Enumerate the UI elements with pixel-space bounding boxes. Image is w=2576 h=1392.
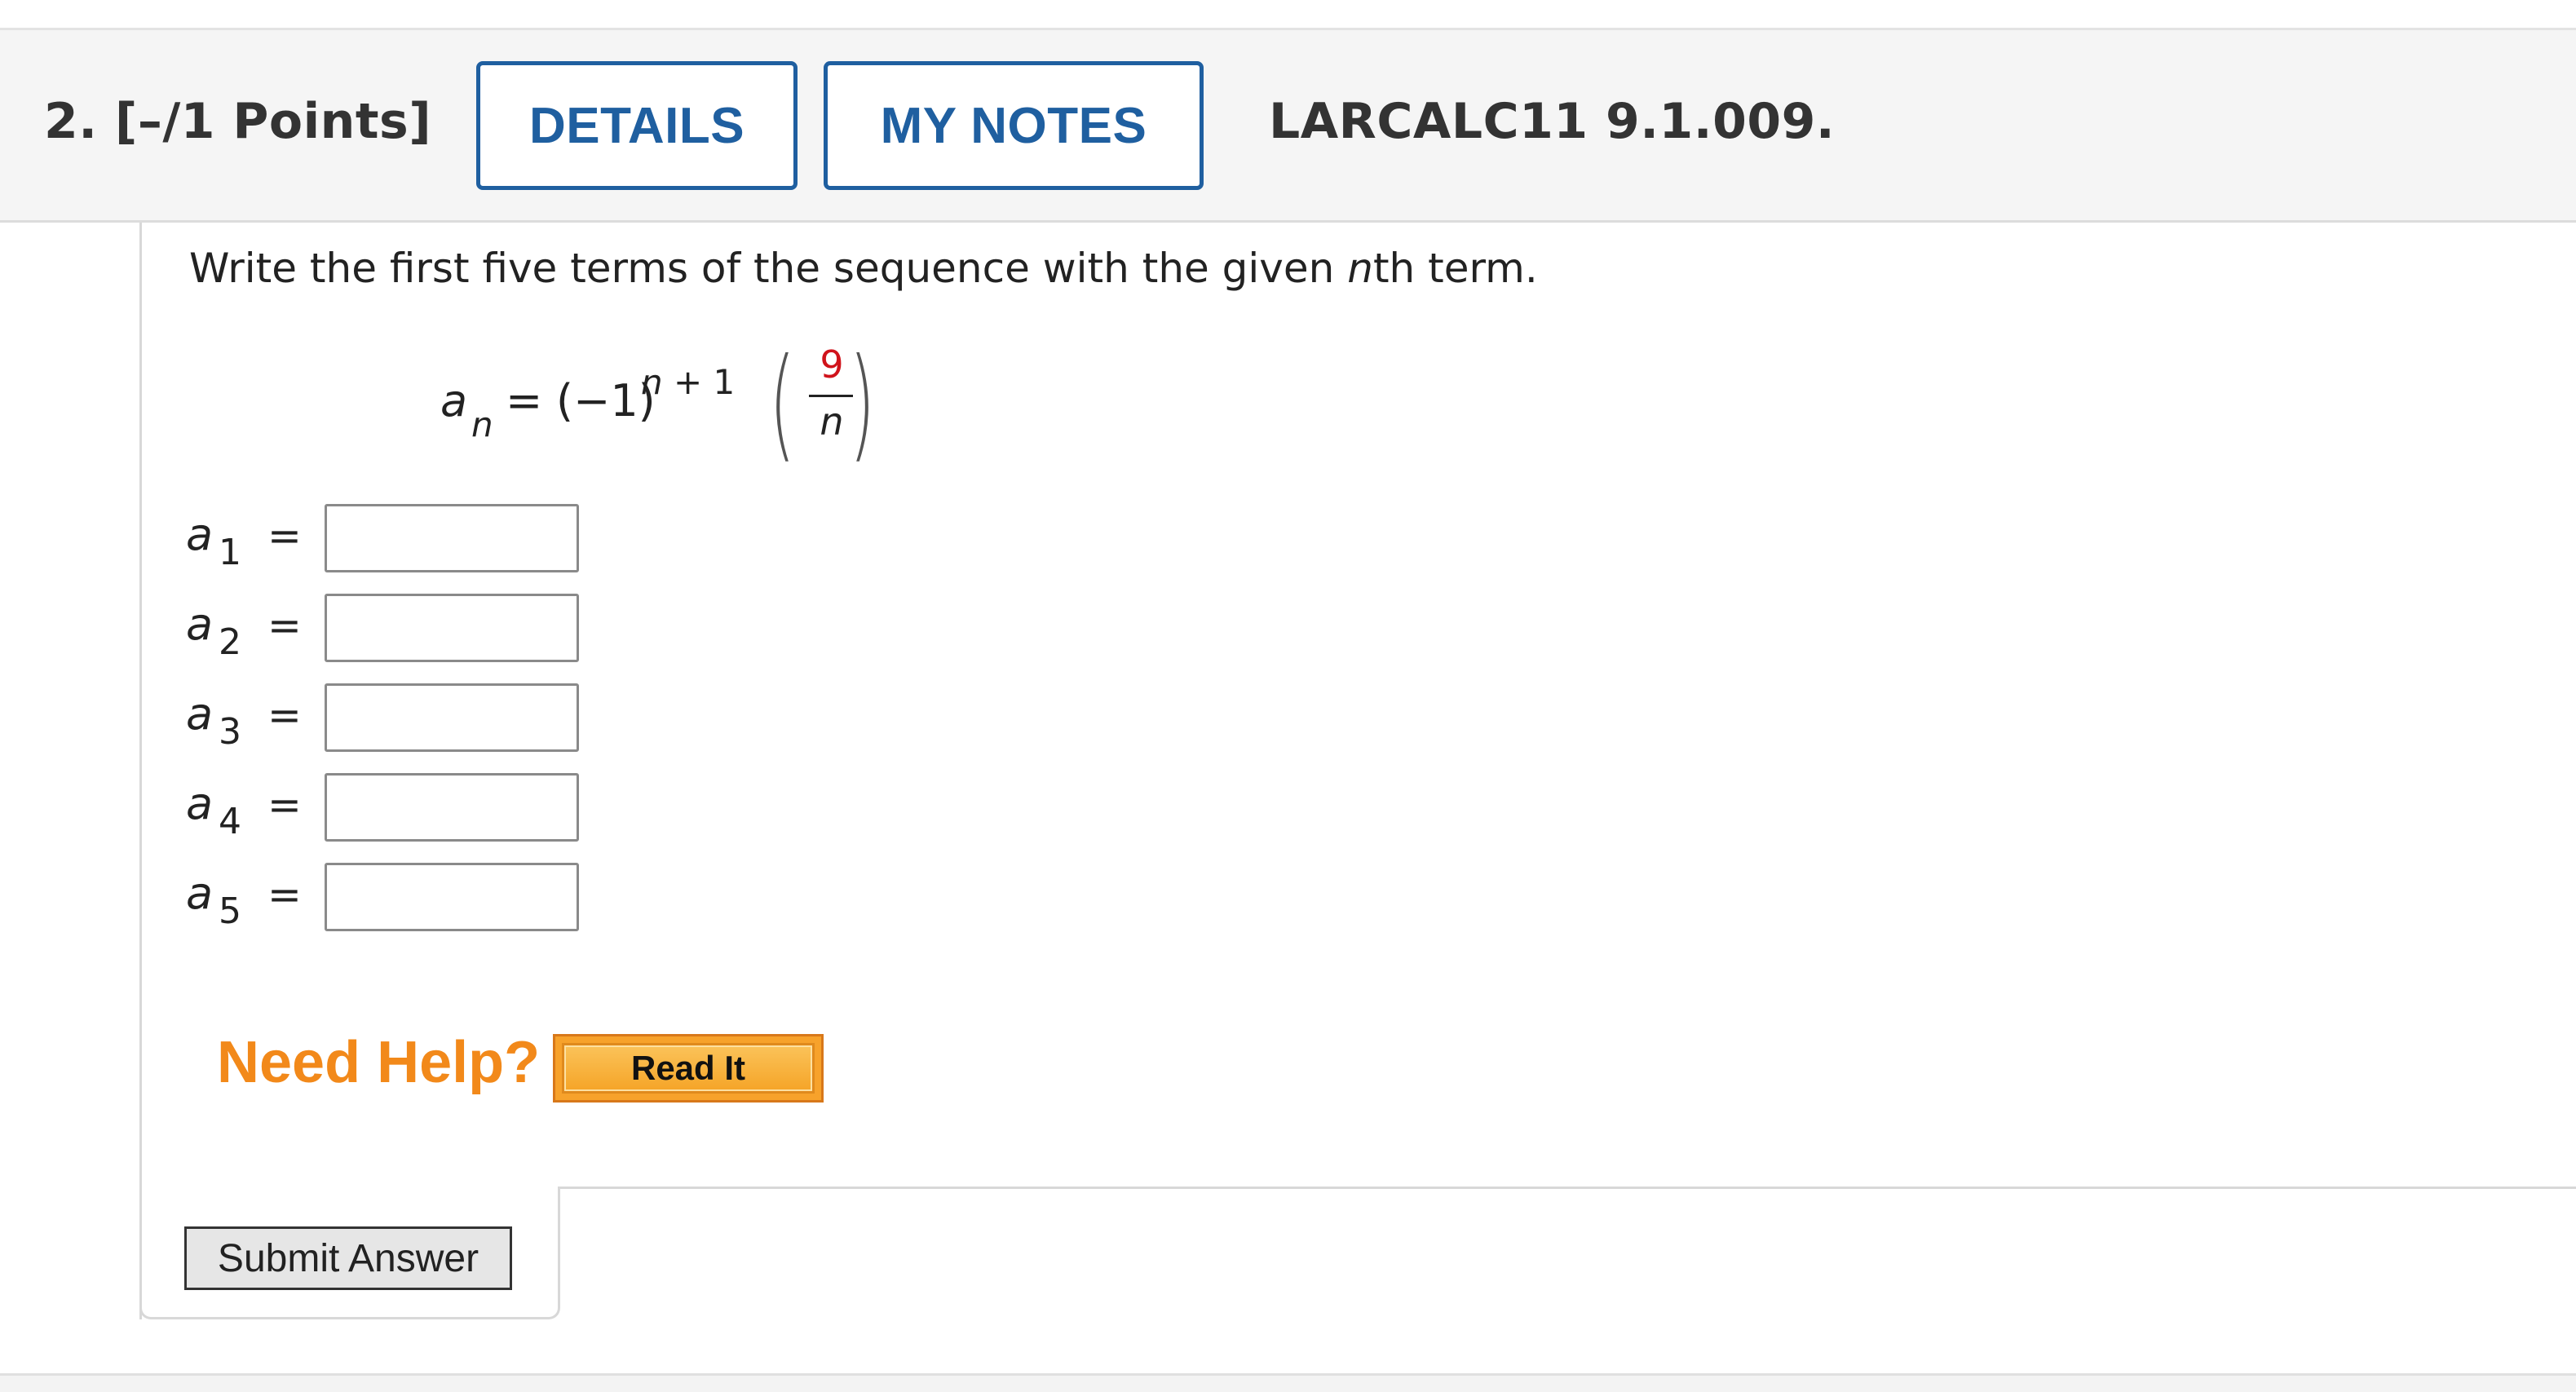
- answer-equals: =: [267, 512, 302, 559]
- answer-input-a4[interactable]: [325, 773, 579, 842]
- answer-equals: =: [267, 692, 302, 739]
- answer-sub: 5: [219, 890, 241, 932]
- answer-equals: =: [267, 781, 302, 829]
- answer-var: a: [186, 599, 214, 650]
- formula-lhs-sub: n: [471, 404, 493, 444]
- question-points-label: 2. [–/1 Points]: [44, 93, 432, 150]
- formula-equals: =: [506, 375, 543, 426]
- formula-exponent: n + 1: [641, 362, 735, 402]
- answer-row-4: a 4 =: [186, 773, 610, 846]
- formula-left-paren: (: [769, 333, 796, 475]
- my-notes-button[interactable]: MY NOTES: [824, 61, 1204, 190]
- formula-exp-var: n: [641, 362, 663, 402]
- answer-sub: 1: [219, 532, 241, 573]
- formula-lhs-var: a: [440, 375, 468, 426]
- answer-sub: 3: [219, 711, 241, 753]
- bottom-divider: [0, 1373, 2576, 1392]
- answer-sub: 4: [219, 801, 241, 842]
- answer-row-1: a 1 =: [186, 504, 610, 577]
- answer-var: a: [186, 509, 214, 560]
- fraction-bar: [809, 395, 853, 397]
- prompt-n: n: [1347, 245, 1373, 292]
- answer-sub: 2: [219, 621, 241, 663]
- answer-row-2: a 2 =: [186, 594, 610, 667]
- formula-exp-rest: + 1: [662, 362, 736, 402]
- read-it-button[interactable]: Read It: [553, 1034, 824, 1103]
- answer-input-a3[interactable]: [325, 683, 579, 752]
- question-code: LARCALC11 9.1.009.: [1269, 93, 1836, 150]
- card-divider: [558, 1187, 2576, 1189]
- need-help-label: Need Help?: [217, 1030, 541, 1095]
- answer-row-3: a 3 =: [186, 683, 610, 757]
- formula-right-paren: ): [849, 333, 876, 475]
- answer-var: a: [186, 688, 214, 740]
- answer-equals: =: [267, 871, 302, 918]
- question-prompt: Write the first five terms of the sequen…: [189, 245, 1538, 292]
- answer-input-a5[interactable]: [325, 863, 579, 931]
- answer-equals: =: [267, 602, 302, 649]
- submit-answer-button[interactable]: Submit Answer: [184, 1226, 512, 1290]
- prompt-text-start: Write the first five terms of the sequen…: [189, 245, 1348, 292]
- read-it-label: Read It: [562, 1043, 815, 1094]
- answer-var: a: [186, 868, 214, 919]
- prompt-text-end: th term.: [1372, 245, 1538, 292]
- answer-input-a2[interactable]: [325, 594, 579, 662]
- answer-var: a: [186, 778, 214, 829]
- answer-input-a1[interactable]: [325, 504, 579, 572]
- details-button[interactable]: DETAILS: [476, 61, 798, 190]
- sequence-formula: a n = (−1) n + 1 ( 9 n ): [440, 342, 897, 481]
- answer-row-5: a 5 =: [186, 863, 610, 936]
